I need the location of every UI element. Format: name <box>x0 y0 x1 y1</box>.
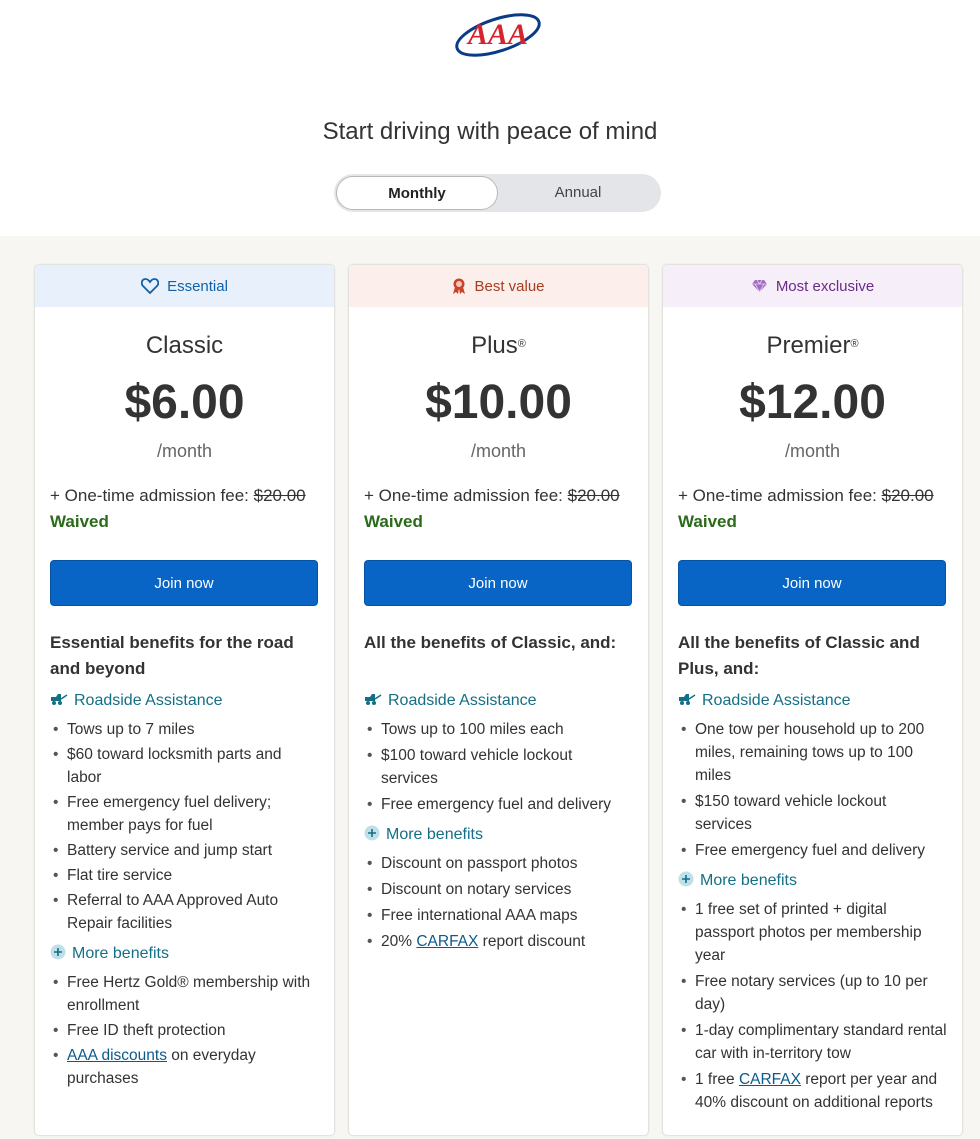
roadside-benefits-list: Tows up to 7 miles $60 toward locksmith … <box>51 718 319 935</box>
join-now-button[interactable]: Join now <box>50 560 318 606</box>
list-item: Discount on passport photos <box>365 852 633 875</box>
plan-period: /month <box>784 441 841 461</box>
aaa-logo-text: AAA <box>466 18 528 51</box>
list-item: Tows up to 7 miles <box>51 718 319 741</box>
annual-toggle-option[interactable]: Annual <box>497 176 659 210</box>
list-item: $150 toward vehicle lockout services <box>679 790 947 836</box>
fee-waived: Waived <box>50 512 109 531</box>
list-item: Battery service and jump start <box>51 839 319 862</box>
list-item: 1 free CARFAX report per year and 40% di… <box>679 1068 947 1114</box>
plan-badge: Essential <box>35 265 334 307</box>
plus-circle-icon <box>678 871 694 892</box>
benefits-intro: Essential benefits for the road and beyo… <box>50 633 294 678</box>
admission-fee: + One-time admission fee: $20.00 Waived <box>678 483 947 535</box>
join-now-button[interactable]: Join now <box>678 560 946 606</box>
gem-icon <box>751 279 768 293</box>
join-now-button[interactable]: Join now <box>364 560 632 606</box>
page-headline: Start driving with peace of mind <box>322 118 658 145</box>
original-fee: $20.00 <box>253 486 306 505</box>
more-benefits-list: Free Hertz Gold® membership with enrollm… <box>51 971 319 1090</box>
list-item: Free emergency fuel and delivery <box>365 793 633 816</box>
plan-name: Premier® <box>766 332 859 359</box>
benefits-intro: All the benefits of Classic, and: <box>364 633 617 652</box>
original-fee: $20.00 <box>881 486 934 505</box>
tow-truck-icon <box>364 692 382 711</box>
plan-card-classic: Essential Classic $6.00 /month + One-tim… <box>35 265 334 1135</box>
carfax-link[interactable]: CARFAX <box>739 1071 801 1088</box>
admission-fee: + One-time admission fee: $20.00 Waived <box>50 483 319 535</box>
tow-truck-icon <box>678 692 696 711</box>
carfax-link[interactable]: CARFAX <box>416 933 478 950</box>
roadside-assistance-title: Roadside Assistance <box>364 690 633 712</box>
aaa-logo[interactable]: AAA <box>452 6 544 62</box>
admission-fee: + One-time admission fee: $20.00 Waived <box>364 483 633 535</box>
plan-price: $12.00 <box>739 376 886 429</box>
plan-badge-label: Essential <box>167 277 228 295</box>
roadside-benefits-list: Tows up to 100 miles each $100 toward ve… <box>365 718 633 816</box>
more-benefits-title: More benefits <box>364 824 633 846</box>
list-item: Free international AAA maps <box>365 904 633 927</box>
original-fee: $20.00 <box>567 486 620 505</box>
list-item: $60 toward locksmith parts and labor <box>51 743 319 789</box>
roadside-assistance-title: Roadside Assistance <box>50 690 319 712</box>
list-item: $100 toward vehicle lockout services <box>365 744 633 790</box>
plan-name: Plus® <box>471 332 526 359</box>
list-item: 20% CARFAX report discount <box>365 930 633 953</box>
roadside-benefits-list: One tow per household up to 200 miles, r… <box>679 718 947 862</box>
ribbon-icon <box>452 278 466 295</box>
plan-badge: Most exclusive <box>663 265 962 307</box>
plan-period: /month <box>470 441 527 461</box>
plus-circle-icon <box>50 944 66 965</box>
list-item: Referral to AAA Approved Auto Repair fac… <box>51 889 319 935</box>
plan-card-plus: Best value Plus® $10.00 /month + One-tim… <box>349 265 648 1135</box>
list-item: Free emergency fuel and delivery <box>679 839 947 862</box>
list-item: 1 free set of printed + digital passport… <box>679 898 947 967</box>
aaa-discounts-link[interactable]: AAA discounts <box>67 1047 167 1064</box>
billing-toggle: Monthly Annual <box>334 174 661 212</box>
list-item: 1-day complimentary standard rental car … <box>679 1019 947 1065</box>
more-benefits-list: 1 free set of printed + digital passport… <box>679 898 947 1114</box>
plan-price: $6.00 <box>124 376 245 429</box>
list-item: Free ID theft protection <box>51 1019 319 1042</box>
plan-period: /month <box>156 441 213 461</box>
fee-waived: Waived <box>678 512 737 531</box>
list-item: Free notary services (up to 10 per day) <box>679 970 947 1016</box>
fee-waived: Waived <box>364 512 423 531</box>
monthly-toggle-option[interactable]: Monthly <box>336 176 498 210</box>
heart-icon <box>141 278 160 294</box>
list-item: Discount on notary services <box>365 878 633 901</box>
plan-card-premier: Most exclusive Premier® $12.00 /month + … <box>663 265 962 1135</box>
list-item: AAA discounts on everyday purchases <box>51 1044 319 1090</box>
benefits-intro: All the benefits of Classic and Plus, an… <box>678 633 920 678</box>
tow-truck-icon <box>50 692 68 711</box>
more-benefits-list: Discount on passport photos Discount on … <box>365 852 633 953</box>
page-header: AAA Start driving with peace of mind Mon… <box>0 0 980 236</box>
plan-badge: Best value <box>349 265 648 307</box>
plus-circle-icon <box>364 825 380 846</box>
plan-price: $10.00 <box>425 376 572 429</box>
list-item: Tows up to 100 miles each <box>365 718 633 741</box>
roadside-assistance-title: Roadside Assistance <box>678 690 947 712</box>
list-item: Free emergency fuel delivery; member pay… <box>51 791 319 837</box>
plan-badge-label: Most exclusive <box>775 277 875 295</box>
more-benefits-title: More benefits <box>678 870 947 892</box>
list-item: Flat tire service <box>51 864 319 887</box>
plan-name: Classic <box>145 332 224 359</box>
list-item: Free Hertz Gold® membership with enrollm… <box>51 971 319 1017</box>
plan-badge-label: Best value <box>474 277 545 295</box>
more-benefits-title: More benefits <box>50 943 319 965</box>
plans-section: Essential Classic $6.00 /month + One-tim… <box>0 236 980 1139</box>
list-item: One tow per household up to 200 miles, r… <box>679 718 947 787</box>
